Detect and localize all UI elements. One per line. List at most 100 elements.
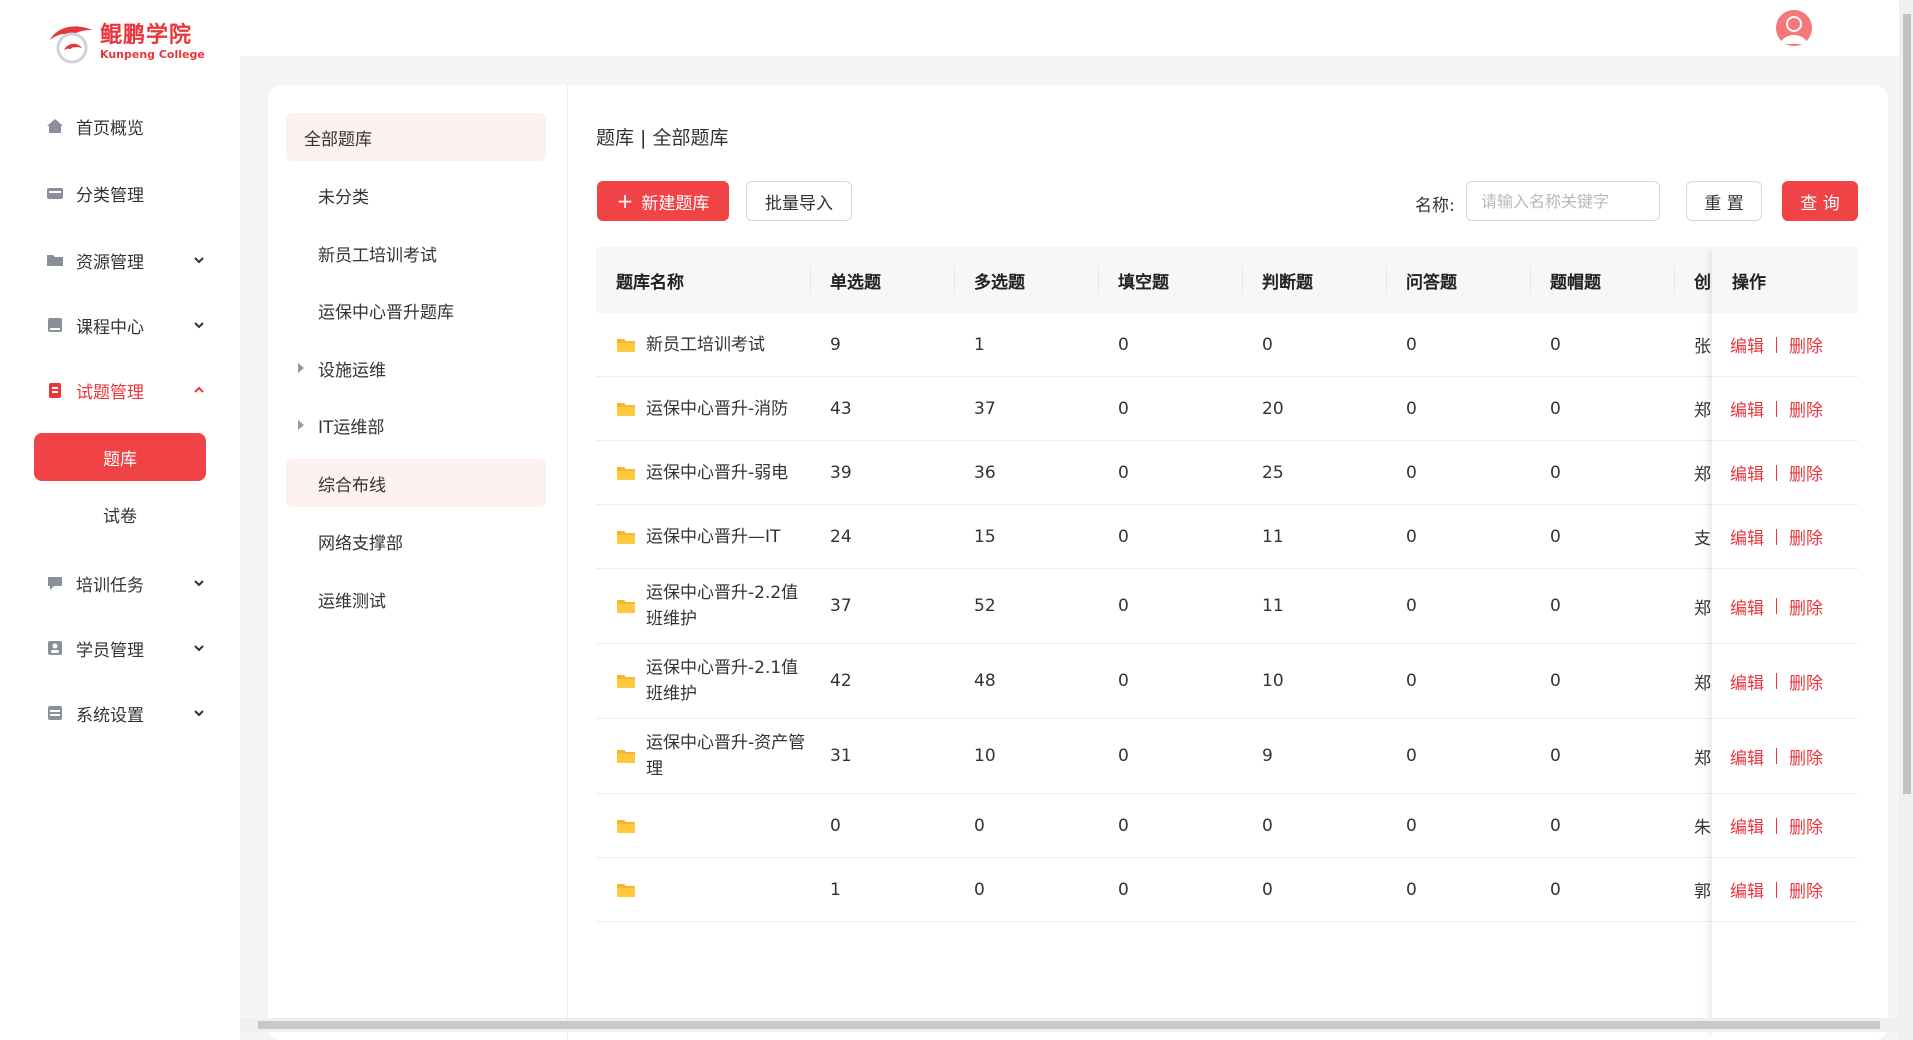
bank-name-cell[interactable]: 运保中心晋升—IT	[616, 505, 806, 568]
logo-title: 鲲鹏学院	[100, 23, 193, 48]
edit-link[interactable]: 编辑	[1730, 813, 1764, 838]
bank-name-cell[interactable]	[616, 794, 806, 857]
edit-link[interactable]: 编辑	[1730, 669, 1764, 694]
tree-item-all[interactable]: 全部题库	[286, 113, 546, 161]
cell-single: 1	[830, 879, 841, 900]
actions-row: 编辑 删除	[1712, 569, 1858, 644]
tree-item-label: 新员工培训考试	[318, 245, 437, 266]
bank-name: 运保中心晋升-弱电	[646, 462, 789, 483]
edit-link[interactable]: 编辑	[1730, 460, 1764, 485]
sidebar-item-questions[interactable]: 试题管理	[46, 372, 206, 408]
sidebar-subitem-question-bank[interactable]: 题库	[34, 433, 206, 481]
kunpeng-logo-icon	[46, 20, 98, 66]
column-header-fill: 填空题	[1118, 272, 1169, 293]
edit-link[interactable]: 编辑	[1730, 744, 1764, 769]
cell-single: 37	[830, 596, 852, 616]
delete-link[interactable]: 删除	[1789, 594, 1823, 619]
caret-right-icon[interactable]	[298, 420, 304, 430]
cell-fill: 0	[1118, 398, 1129, 419]
column-header-multi: 多选题	[974, 272, 1025, 293]
folder-icon	[616, 529, 636, 545]
tree-item-it-ops[interactable]: IT运维部	[286, 401, 546, 449]
cell-single: 39	[830, 462, 852, 483]
delete-link[interactable]: 删除	[1789, 744, 1823, 769]
cell-qa: 0	[1406, 334, 1417, 355]
edit-link[interactable]: 编辑	[1730, 332, 1764, 357]
delete-link[interactable]: 删除	[1789, 877, 1823, 902]
delete-link[interactable]: 删除	[1789, 524, 1823, 549]
table-row: 运保中心晋升-2.1值班维护 42 48 0 10 0 0 郑	[596, 644, 1858, 719]
sidebar-item-students[interactable]: 学员管理	[46, 630, 206, 666]
delete-link[interactable]: 删除	[1789, 332, 1823, 357]
cell-multi: 36	[974, 462, 996, 483]
delete-link[interactable]: 删除	[1789, 460, 1823, 485]
divider	[1776, 748, 1777, 764]
sidebar-item-category[interactable]: 分类管理	[46, 175, 206, 211]
cell-multi: 10	[974, 746, 996, 766]
new-bank-button[interactable]: + 新建题库	[597, 181, 729, 221]
delete-link[interactable]: 删除	[1789, 669, 1823, 694]
tree-item-network-support[interactable]: 网络支撑部	[286, 517, 546, 565]
tree-item-cabling[interactable]: 综合布线	[286, 459, 546, 507]
bank-name-cell[interactable]: 运保中心晋升-消防	[616, 377, 806, 440]
bank-name: 运保中心晋升-消防	[646, 398, 789, 419]
cell-creator: 支	[1694, 529, 1711, 549]
sidebar-item-settings[interactable]: 系统设置	[46, 695, 206, 731]
edit-link[interactable]: 编辑	[1730, 396, 1764, 421]
bank-name-cell[interactable]: 新员工培训考试	[616, 313, 806, 376]
sidebar-item-home[interactable]: 首页概览	[46, 108, 206, 144]
bank-name-cell[interactable]: 运保中心晋升-弱电	[616, 441, 806, 504]
user-avatar-icon[interactable]	[1776, 10, 1812, 46]
divider	[1776, 336, 1777, 353]
bank-name-cell[interactable]: 运保中心晋升-2.1值班维护	[616, 644, 806, 718]
cell-creator: 张	[1694, 337, 1711, 357]
vertical-scrollbar-thumb[interactable]	[1903, 14, 1911, 794]
sidebar-item-training[interactable]: 培训任务	[46, 565, 206, 601]
search-input[interactable]	[1466, 181, 1660, 221]
cell-creator: 郑	[1694, 401, 1711, 421]
cell-cap: 0	[1550, 398, 1561, 419]
sidebar-item-courses[interactable]: 课程中心	[46, 307, 206, 343]
tree-item-label: 全部题库	[304, 129, 372, 150]
cell-qa: 0	[1406, 462, 1417, 483]
table-row: 运保中心晋升-弱电 39 36 0 25 0 0 郑	[596, 441, 1858, 505]
cell-cap: 0	[1550, 879, 1561, 900]
edit-link[interactable]: 编辑	[1730, 877, 1764, 902]
tree-item-ops-test[interactable]: 运维测试	[286, 575, 546, 623]
query-button[interactable]: 查 询	[1782, 181, 1858, 221]
bank-name-cell[interactable]	[616, 858, 806, 921]
edit-link[interactable]: 编辑	[1730, 594, 1764, 619]
logo-subtitle: Kunpeng College	[100, 48, 205, 61]
bank-name-cell[interactable]: 运保中心晋升-2.2值班维护	[616, 569, 806, 643]
delete-link[interactable]: 删除	[1789, 396, 1823, 421]
bank-name: 新员工培训考试	[646, 334, 765, 355]
tree-item-promotion[interactable]: 运保中心晋升题库	[286, 286, 546, 334]
cell-creator: 郭	[1694, 882, 1711, 902]
sidebar-subitem-exam-paper[interactable]: 试卷	[34, 490, 206, 538]
tree-item-uncategorized[interactable]: 未分类	[286, 171, 546, 219]
caret-right-icon[interactable]	[298, 363, 304, 373]
bank-name-cell[interactable]: 运保中心晋升-资产管理	[616, 719, 806, 793]
tree-item-new-staff[interactable]: 新员工培训考试	[286, 229, 546, 277]
tree-item-facility-ops[interactable]: 设施运维	[286, 344, 546, 392]
edit-link[interactable]: 编辑	[1730, 524, 1764, 549]
cell-judge: 11	[1262, 596, 1284, 616]
chevron-down-icon	[192, 705, 206, 719]
category-icon	[46, 185, 64, 201]
reset-button[interactable]: 重 置	[1686, 181, 1762, 221]
actions-cell: 编辑 删除	[1730, 441, 1823, 504]
actions-row: 编辑 删除	[1712, 794, 1858, 858]
cell-cap: 0	[1550, 815, 1561, 836]
cell-creator: 郑	[1694, 748, 1711, 769]
sidebar-item-resources[interactable]: 资源管理	[46, 242, 206, 278]
sidebar-item-label: 培训任务	[76, 575, 144, 596]
actions-row: 编辑 删除	[1712, 377, 1858, 441]
divider	[1776, 881, 1777, 898]
horizontal-scrollbar-thumb[interactable]	[258, 1021, 1880, 1029]
divider	[1776, 400, 1777, 417]
delete-link[interactable]: 删除	[1789, 813, 1823, 838]
actions-row: 编辑 删除	[1712, 441, 1858, 505]
cell-multi: 37	[974, 398, 996, 419]
batch-import-button[interactable]: 批量导入	[746, 181, 852, 221]
sidebar-item-label: 资源管理	[76, 252, 144, 273]
